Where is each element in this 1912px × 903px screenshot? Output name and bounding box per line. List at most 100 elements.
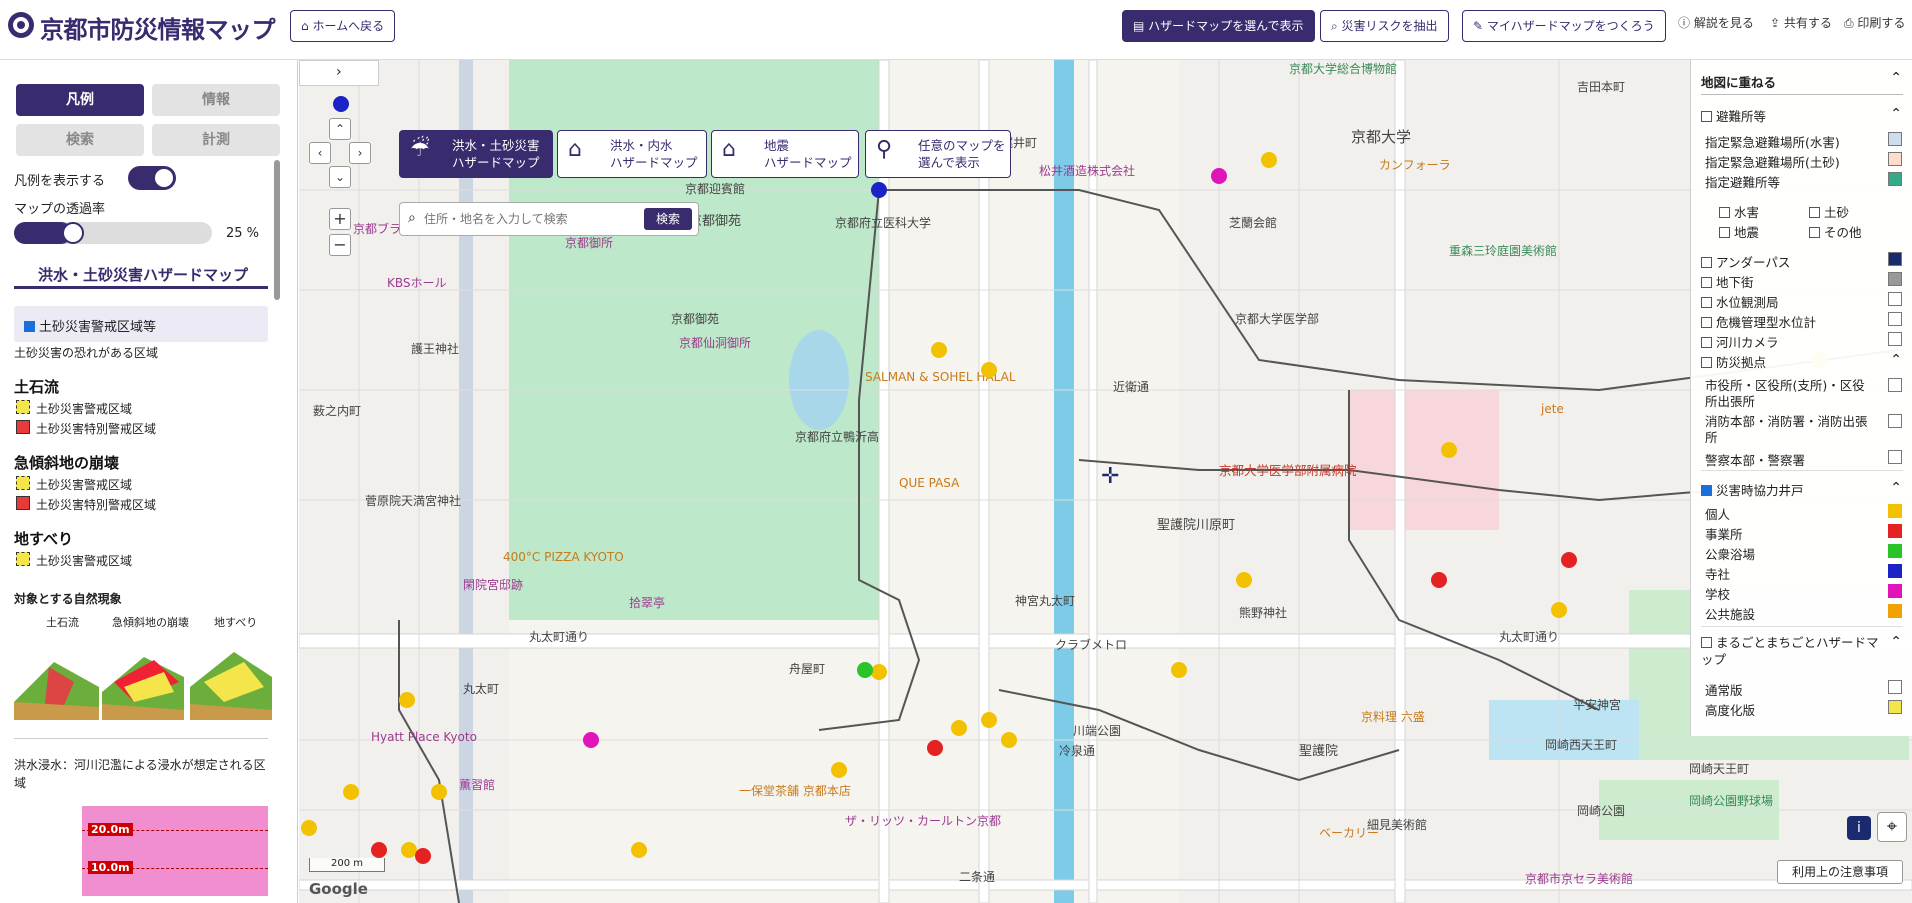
fire-label: 消防本部・消防署・消防出張所 — [1705, 414, 1868, 445]
well-blue-icon — [1888, 564, 1902, 578]
tab-info[interactable]: 情報 — [152, 84, 280, 116]
print-icon: ⎙ — [1844, 16, 1858, 30]
map-icon: ▤ — [1133, 19, 1149, 33]
pan-left-button[interactable]: ‹ — [309, 142, 331, 164]
chevron-up-icon[interactable]: ⌃ — [1890, 634, 1902, 650]
warning-sign-yellow-icon — [1888, 700, 1902, 714]
crisis-checkbox[interactable]: 危機管理型水位計 — [1701, 312, 1816, 331]
opacity-label: マップの透過率 — [14, 202, 106, 217]
flood-desc: 洪水浸水：河川氾濫による浸水が想定される区域 — [14, 758, 266, 790]
collapse-icon[interactable]: ⌃ — [1890, 70, 1902, 86]
home-button[interactable]: ⌂ ホームへ戻る — [290, 10, 396, 42]
show-legend-label: 凡例を表示する — [14, 174, 106, 189]
crosshair-icon: ✛ — [1101, 464, 1120, 489]
depth-20-label: 20.0m — [88, 823, 133, 836]
select-map-button[interactable]: ▤ ハザードマップを選んで表示 — [1122, 10, 1315, 42]
steep-slope-heading: 急傾斜地の崩壊 — [14, 454, 120, 472]
other-checkbox[interactable]: その他 — [1809, 222, 1862, 241]
city-emblem-icon — [8, 12, 34, 38]
chevron-right-icon: › — [336, 64, 342, 80]
opacity-value: 25 % — [226, 226, 260, 241]
search-doc-icon: ⌕ — [1331, 19, 1342, 33]
target-label: 対象とする自然現象 — [14, 592, 122, 606]
flood-depth-bar — [82, 806, 268, 896]
question-icon: ⓘ — [1678, 16, 1694, 30]
tab-measure[interactable]: 計測 — [152, 124, 280, 156]
shelter-soil-icon — [1888, 152, 1902, 166]
debris-flow-heading: 土石流 — [14, 378, 60, 396]
police-label: 警察本部・警察署 — [1705, 453, 1806, 468]
info-icon[interactable]: i — [1847, 816, 1871, 840]
map-tab-earthquake[interactable]: ⌂ 地震 ハザードマップ — [711, 130, 859, 178]
sidebar-scrollbar[interactable] — [274, 160, 280, 300]
underpass-checkbox[interactable]: アンダーパス — [1701, 252, 1790, 271]
swatch-warn-2 — [16, 476, 30, 490]
shelter-flood-icon — [1888, 132, 1902, 146]
well-yellow-icon — [1888, 504, 1902, 518]
swatch-special-1 — [16, 420, 30, 434]
map-collapse-toggle[interactable]: › — [299, 60, 379, 86]
tab-search[interactable]: 検索 — [16, 124, 144, 156]
soil-checkbox[interactable]: 土砂 — [1809, 202, 1849, 221]
base-checkbox[interactable]: 防災拠点 — [1701, 352, 1766, 371]
map-scale: 200 m — [309, 858, 385, 872]
zoom-in-button[interactable]: + — [329, 208, 351, 230]
my-hazard-map-button[interactable]: ✎ マイハザードマップをつくろう — [1462, 10, 1666, 42]
well-pink-icon — [1888, 584, 1902, 598]
flood-house-icon: ⌂ — [568, 137, 582, 162]
well-checkbox[interactable]: 災害時協力井戸 — [1701, 480, 1804, 499]
pan-right-button[interactable]: › — [349, 142, 371, 164]
gauge-checkbox[interactable]: 水位観測局 — [1701, 292, 1779, 311]
landslide-checkbox[interactable]: 土砂災害警戒区域等 — [24, 316, 156, 335]
underground-checkbox[interactable]: 地下街 — [1701, 272, 1754, 291]
well-school-label: 学校 — [1705, 587, 1731, 602]
google-logo: Google — [309, 880, 368, 898]
earthquake-icon: ⌂ — [722, 137, 736, 162]
section-underline — [14, 286, 268, 289]
city-office-icon — [1888, 378, 1902, 392]
camera-checkbox[interactable]: 河川カメラ — [1701, 332, 1779, 351]
map-tab-flood-landslide[interactable]: ☔ 洪水・土砂災害 ハザードマップ — [399, 130, 553, 178]
zoom-out-button[interactable]: − — [329, 234, 351, 256]
illus-debris-label: 土石流 — [46, 616, 79, 629]
legend-special-2: 土砂災害特別警戒区域 — [36, 498, 157, 512]
chevron-up-icon[interactable]: ⌃ — [1890, 480, 1902, 496]
shelters-checkbox[interactable]: 避難所等 — [1701, 106, 1766, 125]
camera-icon — [1888, 332, 1902, 346]
legend-warn-2: 土砂災害警戒区域 — [36, 478, 133, 492]
search-box: ⌕ 検索 — [399, 202, 699, 236]
search-input[interactable] — [424, 209, 638, 229]
quake-checkbox[interactable]: 地震 — [1719, 222, 1759, 241]
machi-checkbox[interactable]: まるごとまちごとハザードマップ — [1701, 634, 1881, 668]
map-canvas[interactable]: 京都迎賓館 京都御苑 京都御所 京都御苑 京都仙洞御所 京都府立鴨沂高 京都ブラ… — [299, 60, 1912, 903]
notice-button[interactable]: 利用上の注意事項 — [1777, 860, 1903, 884]
pan-down-button[interactable]: ⌄ — [329, 166, 351, 188]
map-tab-flood-inland[interactable]: ⌂ 洪水・内水 ハザードマップ — [557, 130, 707, 178]
share-link[interactable]: ⇪ 共有する — [1770, 14, 1832, 31]
home-icon: ⌂ — [301, 19, 313, 33]
legend-sidebar: 凡例 情報 検索 計測 凡例を表示する マップの透過率 25 % 洪水・土砂災害… — [0, 60, 298, 903]
landslide-desc: 土砂災害の恐れがある区域 — [14, 346, 159, 360]
well-personal-label: 個人 — [1705, 507, 1731, 522]
extract-risk-button[interactable]: ⌕ 災害リスクを抽出 — [1320, 10, 1449, 42]
pan-up-button[interactable]: ⌃ — [329, 118, 351, 140]
help-link[interactable]: ⓘ 解説を見る — [1678, 14, 1754, 31]
show-legend-toggle[interactable] — [128, 166, 176, 190]
well-business-label: 事業所 — [1705, 527, 1743, 542]
page-title: 京都市防災情報マップ — [40, 16, 276, 44]
section-title: 洪水・土砂災害ハザードマップ — [38, 266, 249, 284]
opacity-slider[interactable] — [14, 222, 212, 244]
underground-icon — [1888, 272, 1902, 286]
well-public-label: 公共施設 — [1705, 607, 1756, 622]
tab-legend[interactable]: 凡例 — [16, 84, 144, 116]
locate-icon[interactable]: ⌖ — [1877, 812, 1907, 842]
shelter-designated-icon — [1888, 172, 1902, 186]
print-link[interactable]: ⎙ 印刷する — [1844, 14, 1905, 31]
legend-warn-3: 土砂災害警戒区域 — [36, 554, 133, 568]
map-tab-any[interactable]: ⚲ 任意のマップを 選んで表示 — [865, 130, 1011, 178]
search-button[interactable]: 検索 — [644, 208, 692, 230]
chevron-up-icon[interactable]: ⌃ — [1890, 106, 1902, 122]
water-checkbox[interactable]: 水害 — [1719, 202, 1759, 221]
shelter-soil-label: 指定緊急避難場所(土砂) — [1705, 155, 1840, 170]
chevron-up-icon[interactable]: ⌃ — [1890, 352, 1902, 368]
